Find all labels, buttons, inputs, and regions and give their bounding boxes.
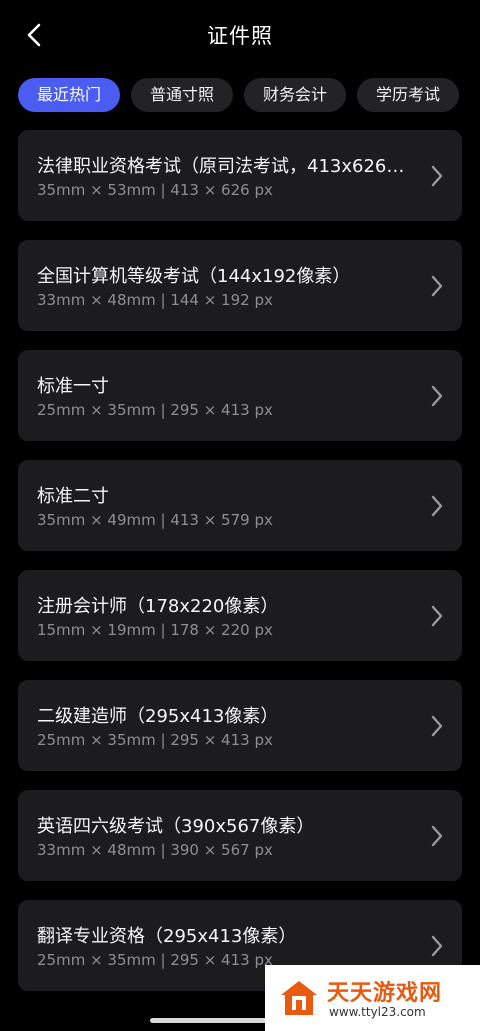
item-size: 35mm × 49mm | 413 × 579 px: [37, 511, 273, 529]
list-item[interactable]: 全国计算机等级考试（144x192像素） 33mm × 48mm | 144 ×…: [18, 240, 462, 331]
watermark-name: 天天游戏网: [327, 981, 443, 1006]
chevron-right-icon: [431, 165, 443, 187]
watermark-logo-icon: [281, 981, 317, 1015]
chevron-right-icon: [431, 825, 443, 847]
photo-spec-list: 法律职业资格考试（原司法考试，413x626像素） 35mm × 53mm | …: [18, 130, 462, 1010]
list-item[interactable]: 法律职业资格考试（原司法考试，413x626像素） 35mm × 53mm | …: [18, 130, 462, 221]
page-title: 证件照: [207, 24, 273, 48]
item-title: 翻译专业资格（295x413像素）: [37, 926, 297, 947]
item-size: 25mm × 35mm | 295 × 413 px: [37, 951, 273, 969]
chevron-right-icon: [431, 715, 443, 737]
item-size: 35mm × 53mm | 413 × 626 px: [37, 181, 273, 199]
item-size: 33mm × 48mm | 390 × 567 px: [37, 841, 273, 859]
chevron-right-icon: [431, 385, 443, 407]
item-title: 二级建造师（295x413像素）: [37, 706, 279, 727]
chevron-right-icon: [431, 935, 443, 957]
item-title: 英语四六级考试（390x567像素）: [37, 816, 315, 837]
item-size: 33mm × 48mm | 144 × 192 px: [37, 291, 273, 309]
top-bar: 证件照: [0, 0, 480, 70]
list-item[interactable]: 标准一寸 25mm × 35mm | 295 × 413 px: [18, 350, 462, 441]
list-item[interactable]: 二级建造师（295x413像素） 25mm × 35mm | 295 × 413…: [18, 680, 462, 771]
list-item[interactable]: 注册会计师（178x220像素） 15mm × 19mm | 178 × 220…: [18, 570, 462, 661]
chevron-right-icon: [431, 605, 443, 627]
item-size: 15mm × 19mm | 178 × 220 px: [37, 621, 273, 639]
tab-recent-hot[interactable]: 最近热门: [18, 78, 121, 112]
tab-finance-accounting[interactable]: 财务会计: [244, 78, 347, 112]
chevron-right-icon: [431, 495, 443, 517]
item-title: 标准一寸: [37, 376, 109, 397]
chevron-right-icon: [431, 275, 443, 297]
item-size: 25mm × 35mm | 295 × 413 px: [37, 401, 273, 419]
item-title: 标准二寸: [37, 486, 109, 507]
watermark-url: www.ttyl23.com: [329, 1005, 426, 1019]
tab-standard-photo[interactable]: 普通寸照: [131, 78, 234, 112]
watermark: 天天游戏网 www.ttyl23.com: [265, 965, 480, 1031]
tab-education-exam[interactable]: 学历考试: [357, 78, 460, 112]
item-title: 法律职业资格考试（原司法考试，413x626像素）: [37, 156, 417, 177]
list-item[interactable]: 标准二寸 35mm × 49mm | 413 × 579 px: [18, 460, 462, 551]
item-title: 全国计算机等级考试（144x192像素）: [37, 266, 351, 287]
category-tabs: 最近热门 普通寸照 财务会计 学历考试: [18, 78, 480, 112]
item-size: 25mm × 35mm | 295 × 413 px: [37, 731, 273, 749]
item-title: 注册会计师（178x220像素）: [37, 596, 279, 617]
list-item[interactable]: 英语四六级考试（390x567像素） 33mm × 48mm | 390 × 5…: [18, 790, 462, 881]
